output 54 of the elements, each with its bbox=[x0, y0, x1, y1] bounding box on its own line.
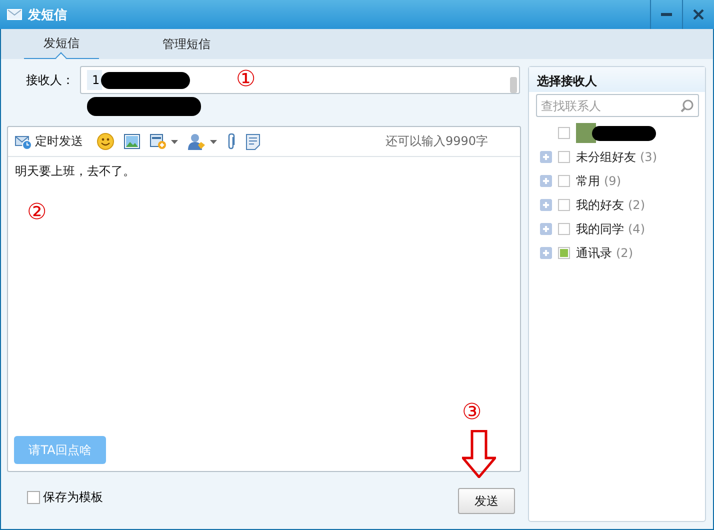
document-icon[interactable] bbox=[246, 134, 260, 150]
expand-icon[interactable] bbox=[540, 223, 552, 235]
expand-icon[interactable] bbox=[540, 151, 552, 163]
window-title: 发短信 bbox=[28, 6, 67, 24]
avatar bbox=[576, 123, 596, 143]
group-count: (9) bbox=[604, 174, 621, 188]
group-count: (3) bbox=[640, 150, 657, 164]
annotation-number: ① bbox=[236, 68, 256, 92]
group-count: (4) bbox=[628, 222, 645, 236]
checkbox[interactable] bbox=[558, 199, 570, 211]
message-text: 明天要上班，去不了。 bbox=[15, 164, 135, 178]
minimize-icon bbox=[661, 13, 672, 16]
redaction-mark bbox=[592, 126, 656, 140]
recipient-chip[interactable]: 1 bbox=[87, 70, 102, 90]
group-name[interactable]: 常用 bbox=[576, 172, 600, 190]
insert-icon[interactable] bbox=[150, 134, 167, 150]
expand-icon[interactable] bbox=[540, 175, 552, 187]
caret-icon[interactable] bbox=[171, 140, 178, 144]
search-field[interactable]: 查找联系人 bbox=[536, 94, 699, 117]
expand-icon[interactable] bbox=[540, 247, 552, 259]
paperclip-icon[interactable] bbox=[227, 133, 236, 150]
smiley-icon[interactable] bbox=[97, 133, 114, 150]
search-icon bbox=[680, 99, 694, 113]
schedule-button[interactable]: 定时发送 bbox=[15, 133, 83, 150]
group-name[interactable]: 通讯录 bbox=[576, 244, 612, 262]
group-name[interactable]: 未分组好友 bbox=[576, 148, 636, 166]
save-template-checkbox[interactable]: 保存为模板 bbox=[27, 488, 103, 506]
close-icon bbox=[693, 9, 704, 20]
panel-title: 选择接收人 bbox=[529, 67, 705, 92]
send-button[interactable]: 发送 bbox=[458, 488, 515, 514]
scrollbar-thumb[interactable] bbox=[510, 77, 517, 93]
person-icon[interactable] bbox=[188, 133, 206, 150]
checkbox[interactable] bbox=[558, 175, 570, 187]
tab[interactable]: 管理短信 bbox=[149, 29, 224, 59]
envelope-clock-icon bbox=[15, 134, 33, 150]
checkbox[interactable] bbox=[558, 151, 570, 163]
group-count: (2) bbox=[616, 246, 633, 260]
group-name[interactable]: 我的好友 bbox=[576, 196, 624, 214]
character-count: 还可以输入9990字 bbox=[385, 133, 488, 150]
checkbox[interactable] bbox=[558, 247, 570, 259]
envelope-icon bbox=[7, 9, 22, 20]
annotation-number: ③ bbox=[462, 401, 482, 425]
group-count: (2) bbox=[628, 198, 645, 212]
recipient-label: 接收人： bbox=[26, 72, 74, 88]
checkbox[interactable] bbox=[27, 490, 40, 504]
caret-icon[interactable] bbox=[210, 140, 217, 144]
recipient-field[interactable]: 1 ① bbox=[80, 66, 520, 94]
down-arrow-icon bbox=[462, 430, 496, 478]
checkbox[interactable] bbox=[558, 127, 570, 139]
annotation-number: ② bbox=[27, 201, 47, 225]
checkbox[interactable] bbox=[558, 223, 570, 235]
expand-icon[interactable] bbox=[540, 199, 552, 211]
group-name[interactable]: 我的同学 bbox=[576, 220, 624, 238]
image-icon[interactable] bbox=[124, 134, 140, 149]
